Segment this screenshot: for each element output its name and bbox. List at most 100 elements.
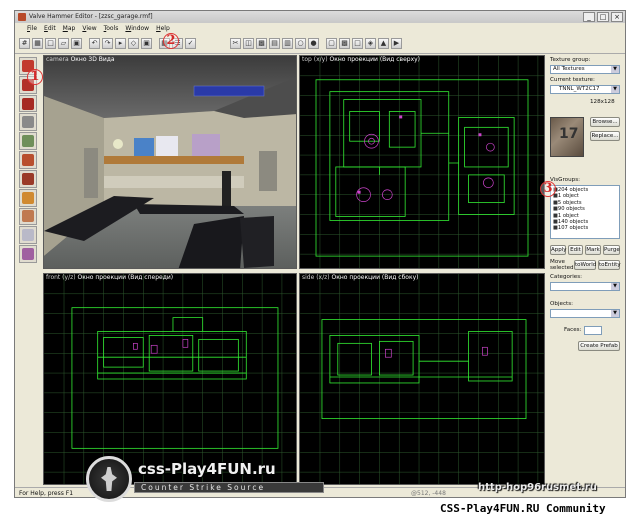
texture-icon bbox=[22, 153, 34, 166]
watermark-footer: CSS-Play4FUN.RU Community bbox=[440, 502, 606, 515]
block-tool[interactable] bbox=[19, 132, 37, 151]
paste-icon[interactable]: ▩ bbox=[256, 38, 267, 49]
undo-icon[interactable]: ↶ bbox=[89, 38, 100, 49]
open-icon[interactable]: ▱ bbox=[58, 38, 69, 49]
compile-icon[interactable]: ▸ bbox=[115, 38, 126, 49]
chevron-down-icon: ▼ bbox=[611, 283, 619, 290]
to-entity-button[interactable]: toEntity bbox=[598, 260, 621, 270]
grid-icon[interactable]: # bbox=[19, 38, 30, 49]
annotation-marker-1: 1 bbox=[27, 69, 43, 85]
entity-icon bbox=[22, 116, 34, 129]
save-icon[interactable]: ▣ bbox=[71, 38, 82, 49]
menu-tools[interactable]: Tools bbox=[104, 23, 119, 34]
replace-button[interactable]: Replace... bbox=[590, 131, 620, 141]
faces-input[interactable] bbox=[584, 326, 602, 335]
categories-select[interactable]: ▼ bbox=[550, 282, 620, 291]
visgroups-list[interactable]: 204 objects 1 object 5 objects 90 object… bbox=[550, 185, 620, 239]
path-icon bbox=[22, 248, 34, 261]
clip-icon bbox=[22, 210, 34, 223]
ungroup-icon[interactable]: ▥ bbox=[282, 38, 293, 49]
chevron-down-icon: ▼ bbox=[611, 66, 619, 73]
texture-preview-number: 17 bbox=[559, 126, 579, 142]
group-icon[interactable]: ▤ bbox=[269, 38, 280, 49]
selection-box-icon[interactable]: ▢ bbox=[326, 38, 337, 49]
title-bar[interactable]: Valve Hammer Editor - [zzsc_garage.rmf] … bbox=[15, 11, 625, 23]
menu-window[interactable]: Window bbox=[125, 23, 149, 34]
vertex-tool[interactable] bbox=[19, 226, 37, 245]
apply-button[interactable]: Apply bbox=[550, 245, 567, 255]
annotation-marker-3: 3 bbox=[540, 181, 556, 197]
texture-app-icon[interactable]: ◈ bbox=[365, 38, 376, 49]
top-viewport-label: top (x/y) Окно проекции (Вид сверху) bbox=[302, 56, 420, 63]
viewport-type: camera bbox=[46, 56, 69, 63]
objects-select[interactable]: ▼ bbox=[550, 309, 620, 318]
viewport-caption: Окно проекции (Вид спереди) bbox=[77, 274, 174, 281]
cut-icon[interactable]: ✂ bbox=[230, 38, 241, 49]
viewport-caption: Окно 3D Вида bbox=[70, 56, 115, 63]
viewport-caption: Окно проекции (Вид сверху) bbox=[329, 56, 421, 63]
copy-icon[interactable]: ◫ bbox=[243, 38, 254, 49]
path-tool[interactable] bbox=[19, 245, 37, 263]
show-icon[interactable]: ● bbox=[308, 38, 319, 49]
hide-icon[interactable]: ○ bbox=[295, 38, 306, 49]
visgroup-item[interactable]: 107 objects bbox=[553, 225, 617, 231]
chevron-down-icon: ▼ bbox=[611, 86, 619, 93]
current-texture-select[interactable]: TNNL_WT2C17 ▼ bbox=[550, 85, 620, 94]
texture-group-value: All Textures bbox=[553, 66, 585, 72]
redo-icon[interactable]: ↷ bbox=[102, 38, 113, 49]
mark-button[interactable]: Mark bbox=[585, 245, 601, 255]
faces-label: Faces: bbox=[564, 327, 582, 333]
clip-tool[interactable] bbox=[19, 207, 37, 226]
app-icon bbox=[18, 13, 26, 21]
menu-bar: File Edit Map View Tools Window Help bbox=[15, 23, 625, 34]
chevron-down-icon: ▼ bbox=[611, 310, 619, 317]
viewport-type: top (x/y) bbox=[302, 56, 328, 63]
check-problems-icon[interactable]: ✓ bbox=[185, 38, 196, 49]
visgroups-label: VisGroups: bbox=[550, 177, 581, 183]
texture-preview[interactable]: 17 bbox=[550, 117, 584, 157]
top-viewport[interactable]: top (x/y) Окно проекции (Вид сверху) bbox=[299, 55, 545, 269]
texture-lock-icon[interactable]: ▣ bbox=[141, 38, 152, 49]
menu-map[interactable]: Map bbox=[63, 23, 76, 34]
side-viewport-label: side (x/z) Окно проекции (Вид сбоку) bbox=[302, 274, 418, 281]
vertex-icon bbox=[22, 229, 34, 242]
camera-viewport-label: camera Окно 3D Вида bbox=[46, 56, 115, 63]
status-coords: @512, -448 bbox=[411, 490, 446, 497]
hammer-window: Valve Hammer Editor - [zzsc_garage.rmf] … bbox=[14, 10, 626, 498]
decal-icon bbox=[22, 191, 34, 204]
run-map-icon[interactable]: ▶ bbox=[391, 38, 402, 49]
browse-button[interactable]: Browse... bbox=[590, 117, 620, 127]
carve-icon[interactable]: ◇ bbox=[128, 38, 139, 49]
camera-tool[interactable] bbox=[19, 94, 37, 113]
texture-group-select[interactable]: All Textures ▼ bbox=[550, 65, 620, 74]
snap-icon[interactable]: ▦ bbox=[32, 38, 43, 49]
object-panel: Texture group: All Textures ▼ Current te… bbox=[548, 55, 625, 487]
brush-icon[interactable]: ▲ bbox=[378, 38, 389, 49]
create-prefab-button[interactable]: Create Prefab bbox=[578, 341, 620, 351]
watermark-url: http-hop96rusmet.ru bbox=[478, 482, 597, 493]
edit-button[interactable]: Edit bbox=[568, 245, 583, 255]
new-icon[interactable]: □ bbox=[45, 38, 56, 49]
minimize-button[interactable]: _ bbox=[583, 12, 595, 22]
tool-palette bbox=[19, 57, 39, 263]
to-world-button[interactable]: toWorld bbox=[574, 260, 596, 270]
close-button[interactable]: × bbox=[611, 12, 623, 22]
ignore-groups-icon[interactable]: □ bbox=[352, 38, 363, 49]
purge-button[interactable]: Purge bbox=[603, 245, 620, 255]
apply-texture-icon bbox=[22, 172, 34, 185]
menu-view[interactable]: View bbox=[82, 23, 96, 34]
menu-edit[interactable]: Edit bbox=[44, 23, 56, 34]
handles-icon[interactable]: ▩ bbox=[339, 38, 350, 49]
decal-tool[interactable] bbox=[19, 188, 37, 207]
watermark-title: css-Play4FUN.ru bbox=[138, 460, 276, 478]
menu-file[interactable]: File bbox=[27, 23, 37, 34]
watermark-subtitle: Counter Strike Source bbox=[134, 482, 324, 493]
entity-tool[interactable] bbox=[19, 113, 37, 132]
viewport-type: side (x/z) bbox=[302, 274, 330, 281]
maximize-button[interactable]: □ bbox=[597, 12, 609, 22]
texture-tool[interactable] bbox=[19, 151, 37, 169]
apply-texture-tool[interactable] bbox=[19, 169, 37, 188]
camera-viewport[interactable]: camera Окно 3D Вида bbox=[43, 55, 297, 269]
viewport-type: front (y/z) bbox=[46, 274, 76, 281]
texture-size: 128x128 bbox=[590, 99, 615, 105]
